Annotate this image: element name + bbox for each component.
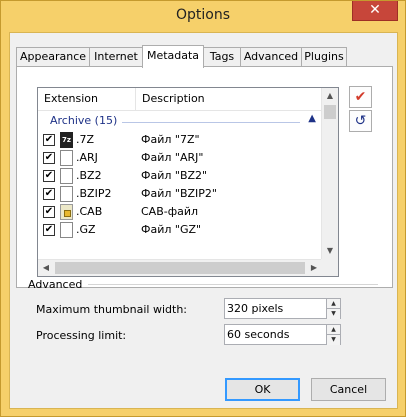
file-icon — [60, 168, 73, 184]
scroll-right-icon[interactable]: ▶ — [306, 260, 322, 276]
extension-list[interactable]: Extension Description Archive (15) ▲ ✔ 7… — [37, 87, 339, 277]
thumbnail-width-stepper[interactable]: 320 pixels ▲ ▼ — [224, 298, 341, 319]
checkbox[interactable]: ✔ — [43, 134, 55, 146]
dialog-client: Appearance Internet Metadata Tags Advanc… — [9, 32, 398, 409]
group-divider — [122, 122, 300, 123]
section-divider — [88, 284, 378, 285]
column-header-extension[interactable]: Extension — [38, 88, 136, 110]
checkbox[interactable]: ✔ — [43, 152, 55, 164]
description-cell: Файл "GZ" — [141, 223, 202, 236]
reset-button[interactable]: ↺ — [349, 110, 372, 132]
file-icon — [60, 150, 73, 166]
list-item[interactable]: ✔ .BZ2 Файл "BZ2" — [38, 167, 322, 185]
advanced-section-title: Advanced — [28, 278, 83, 291]
tab-internet[interactable]: Internet — [89, 47, 143, 67]
tab-plugins[interactable]: Plugins — [301, 47, 347, 67]
list-item[interactable]: ✔ 7z .7Z Файл "7Z" — [38, 131, 322, 149]
description-cell: Файл "7Z" — [141, 133, 200, 146]
spin-up-icon[interactable]: ▲ — [326, 325, 340, 335]
tab-tags[interactable]: Tags — [203, 47, 241, 67]
tab-appearance[interactable]: Appearance — [16, 47, 90, 67]
extension-cell: .BZIP2 — [76, 187, 112, 200]
scroll-left-icon[interactable]: ◀ — [38, 260, 54, 276]
list-item[interactable]: ✔ .BZIP2 Файл "BZIP2" — [38, 185, 322, 203]
chevron-up-icon[interactable]: ▲ — [308, 113, 316, 124]
spin-down-icon[interactable]: ▼ — [326, 309, 340, 319]
group-label: Archive (15) — [50, 114, 118, 127]
title-bar: Options ✕ — [1, 1, 405, 32]
checkmark-icon: ✔ — [354, 89, 367, 105]
list-item[interactable]: ✔ .GZ Файл "GZ" — [38, 221, 322, 239]
tab-metadata[interactable]: Metadata — [142, 45, 204, 68]
cab-archive-icon — [60, 204, 73, 220]
checkbox[interactable]: ✔ — [43, 224, 55, 236]
scroll-thumb[interactable] — [324, 105, 336, 119]
scroll-down-icon[interactable]: ▼ — [322, 243, 338, 259]
description-cell: Файл "BZ2" — [141, 169, 208, 182]
scroll-thumb[interactable] — [55, 262, 305, 274]
checkbox[interactable]: ✔ — [43, 170, 55, 182]
7z-archive-icon: 7z — [60, 132, 73, 148]
list-item[interactable]: ✔ .CAB CAB-файл — [38, 203, 322, 221]
checkbox[interactable]: ✔ — [43, 188, 55, 200]
extension-cell: .BZ2 — [76, 169, 102, 182]
spin-down-icon[interactable]: ▼ — [326, 335, 340, 345]
tab-advanced[interactable]: Advanced — [240, 47, 302, 67]
options-window: Options ✕ Appearance Internet Metadata T… — [0, 0, 406, 417]
description-cell: Файл "BZIP2" — [141, 187, 217, 200]
description-cell: Файл "ARJ" — [141, 151, 204, 164]
description-cell: CAB-файл — [141, 205, 199, 218]
processing-limit-value: 60 seconds — [227, 328, 290, 341]
extension-cell: .ARJ — [76, 151, 98, 164]
undo-icon: ↺ — [354, 113, 367, 129]
thumbnail-width-label: Maximum thumbnail width: — [36, 303, 187, 316]
thumbnail-width-value: 320 pixels — [227, 302, 284, 315]
extension-cell: .GZ — [76, 223, 96, 236]
spin-up-icon[interactable]: ▲ — [326, 299, 340, 309]
extension-cell: .CAB — [76, 205, 103, 218]
scrollbar-corner — [321, 259, 338, 276]
column-header-description[interactable]: Description — [136, 88, 322, 110]
horizontal-scrollbar[interactable]: ◀ ▶ — [38, 259, 322, 276]
group-header-archive[interactable]: Archive (15) ▲ — [38, 111, 322, 131]
list-header: Extension Description — [38, 88, 322, 111]
processing-limit-label: Processing limit: — [36, 329, 127, 342]
ok-button[interactable]: OK — [225, 378, 300, 401]
close-button[interactable]: ✕ — [352, 1, 398, 21]
window-title: Options — [175, 7, 231, 23]
check-all-button[interactable]: ✔ — [349, 86, 372, 108]
file-icon — [60, 222, 73, 238]
processing-limit-stepper[interactable]: 60 seconds ▲ ▼ — [224, 324, 341, 345]
metadata-tab-panel: Extension Description Archive (15) ▲ ✔ 7… — [16, 66, 393, 288]
vertical-scrollbar[interactable]: ▲ ▼ — [321, 88, 338, 259]
checkbox[interactable]: ✔ — [43, 206, 55, 218]
list-item[interactable]: ✔ .ARJ Файл "ARJ" — [38, 149, 322, 167]
cancel-button[interactable]: Cancel — [311, 378, 386, 401]
extension-cell: .7Z — [76, 133, 95, 146]
scroll-up-icon[interactable]: ▲ — [322, 88, 338, 104]
file-icon — [60, 186, 73, 202]
